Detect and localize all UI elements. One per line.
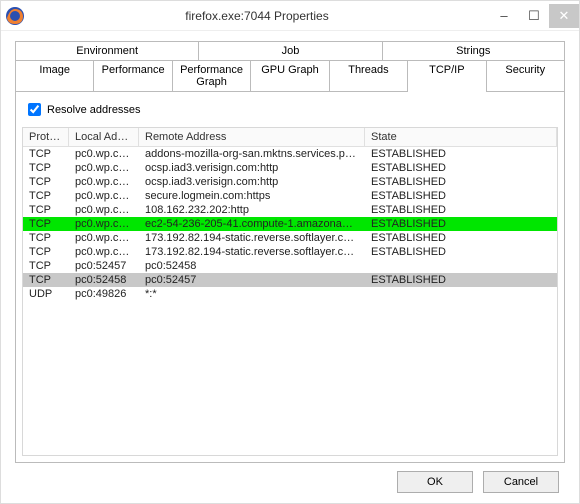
resolve-addresses-checkbox[interactable] bbox=[28, 103, 41, 116]
cell-state: ESTABLISHED bbox=[365, 231, 557, 245]
cell-local: pc0.wp.co... bbox=[69, 161, 139, 175]
grid-body[interactable]: TCPpc0.wp.co...addons-mozilla-org-san.mk… bbox=[23, 147, 557, 455]
cell-protocol: TCP bbox=[23, 273, 69, 287]
table-row[interactable]: TCPpc0.wp.co...ocsp.iad3.verisign.com:ht… bbox=[23, 175, 557, 189]
tab-security[interactable]: Security bbox=[486, 60, 565, 91]
content-area: Environment Job Strings Image Performanc… bbox=[1, 31, 579, 503]
tab-job[interactable]: Job bbox=[198, 41, 381, 60]
tab-image[interactable]: Image bbox=[15, 60, 93, 91]
cell-local: pc0.wp.co... bbox=[69, 189, 139, 203]
cell-protocol: TCP bbox=[23, 231, 69, 245]
cell-local: pc0:52458 bbox=[69, 273, 139, 287]
table-row[interactable]: TCPpc0.wp.co...173.192.82.194-static.rev… bbox=[23, 231, 557, 245]
cell-state: ESTABLISHED bbox=[365, 147, 557, 161]
cell-remote: *:* bbox=[139, 287, 365, 301]
ok-button[interactable]: OK bbox=[397, 471, 473, 493]
tab-tcpip[interactable]: TCP/IP bbox=[407, 60, 485, 91]
cell-protocol: TCP bbox=[23, 217, 69, 231]
cell-protocol: TCP bbox=[23, 245, 69, 259]
dialog-footer: OK Cancel bbox=[15, 463, 565, 493]
tab-gpu-graph[interactable]: GPU Graph bbox=[250, 60, 328, 91]
tcpip-panel: Resolve addresses Proto... Local Add... … bbox=[15, 91, 565, 463]
cell-protocol: TCP bbox=[23, 203, 69, 217]
table-row[interactable]: TCPpc0:52458pc0:52457ESTABLISHED bbox=[23, 273, 557, 287]
tab-performance-graph[interactable]: Performance Graph bbox=[172, 60, 250, 91]
cell-state: ESTABLISHED bbox=[365, 161, 557, 175]
cancel-button[interactable]: Cancel bbox=[483, 471, 559, 493]
titlebar[interactable]: firefox.exe:7044 Properties – ☐ ✕ bbox=[1, 1, 579, 31]
cell-remote: pc0:52457 bbox=[139, 273, 365, 287]
table-row[interactable]: TCPpc0:52457pc0:52458 bbox=[23, 259, 557, 273]
cell-local: pc0:52457 bbox=[69, 259, 139, 273]
cell-remote: 173.192.82.194-static.reverse.softlayer.… bbox=[139, 231, 365, 245]
cell-state: ESTABLISHED bbox=[365, 245, 557, 259]
tab-strings[interactable]: Strings bbox=[382, 41, 565, 60]
resolve-addresses-label[interactable]: Resolve addresses bbox=[24, 100, 558, 119]
cell-state: ESTABLISHED bbox=[365, 175, 557, 189]
tab-threads[interactable]: Threads bbox=[329, 60, 407, 91]
cell-local: pc0.wp.co... bbox=[69, 217, 139, 231]
window-controls: – ☐ ✕ bbox=[489, 4, 579, 28]
cell-local: pc0.wp.co... bbox=[69, 147, 139, 161]
cell-remote: 173.192.82.194-static.reverse.softlayer.… bbox=[139, 245, 365, 259]
column-remote[interactable]: Remote Address bbox=[139, 128, 365, 146]
table-row[interactable]: TCPpc0.wp.co...ec2-54-236-205-41.compute… bbox=[23, 217, 557, 231]
cell-state: ESTABLISHED bbox=[365, 203, 557, 217]
column-local[interactable]: Local Add... bbox=[69, 128, 139, 146]
cell-protocol: TCP bbox=[23, 161, 69, 175]
grid-header: Proto... Local Add... Remote Address Sta… bbox=[23, 128, 557, 147]
table-row[interactable]: TCPpc0.wp.co...108.162.232.202:httpESTAB… bbox=[23, 203, 557, 217]
tab-row-1: Environment Job Strings bbox=[15, 41, 565, 60]
cell-state bbox=[365, 287, 557, 301]
cell-local: pc0.wp.co... bbox=[69, 245, 139, 259]
close-button[interactable]: ✕ bbox=[549, 4, 579, 28]
cell-local: pc0.wp.co... bbox=[69, 175, 139, 189]
minimize-button[interactable]: – bbox=[489, 4, 519, 28]
cell-protocol: TCP bbox=[23, 175, 69, 189]
cell-local: pc0.wp.co... bbox=[69, 231, 139, 245]
cell-local: pc0.wp.co... bbox=[69, 203, 139, 217]
table-row[interactable]: TCPpc0.wp.co...173.192.82.194-static.rev… bbox=[23, 245, 557, 259]
cell-state: ESTABLISHED bbox=[365, 217, 557, 231]
table-row[interactable]: TCPpc0.wp.co...ocsp.iad3.verisign.com:ht… bbox=[23, 161, 557, 175]
firefox-icon bbox=[5, 6, 25, 26]
cell-protocol: TCP bbox=[23, 189, 69, 203]
maximize-button[interactable]: ☐ bbox=[519, 4, 549, 28]
cell-state: ESTABLISHED bbox=[365, 189, 557, 203]
column-state[interactable]: State bbox=[365, 128, 557, 146]
cell-remote: addons-mozilla-org-san.mktns.services.ph… bbox=[139, 147, 365, 161]
connections-grid: Proto... Local Add... Remote Address Sta… bbox=[22, 127, 558, 456]
properties-window: firefox.exe:7044 Properties – ☐ ✕ Enviro… bbox=[0, 0, 580, 504]
window-title: firefox.exe:7044 Properties bbox=[25, 9, 489, 23]
cell-remote: ocsp.iad3.verisign.com:http bbox=[139, 175, 365, 189]
cell-remote: ocsp.iad3.verisign.com:http bbox=[139, 161, 365, 175]
column-protocol[interactable]: Proto... bbox=[23, 128, 69, 146]
cell-protocol: TCP bbox=[23, 259, 69, 273]
cell-remote: ec2-54-236-205-41.compute-1.amazonaws.co… bbox=[139, 217, 365, 231]
cell-local: pc0:49826 bbox=[69, 287, 139, 301]
tab-row-2: Image Performance Performance Graph GPU … bbox=[15, 60, 565, 91]
resolve-addresses-text: Resolve addresses bbox=[47, 104, 141, 116]
cell-protocol: UDP bbox=[23, 287, 69, 301]
cell-remote: pc0:52458 bbox=[139, 259, 365, 273]
cell-state bbox=[365, 259, 557, 273]
table-row[interactable]: TCPpc0.wp.co...addons-mozilla-org-san.mk… bbox=[23, 147, 557, 161]
cell-state: ESTABLISHED bbox=[365, 273, 557, 287]
cell-remote: secure.logmein.com:https bbox=[139, 189, 365, 203]
table-row[interactable]: TCPpc0.wp.co...secure.logmein.com:httpsE… bbox=[23, 189, 557, 203]
cell-remote: 108.162.232.202:http bbox=[139, 203, 365, 217]
table-row[interactable]: UDPpc0:49826*:* bbox=[23, 287, 557, 301]
tab-container: Environment Job Strings Image Performanc… bbox=[15, 41, 565, 463]
tab-environment[interactable]: Environment bbox=[15, 41, 198, 60]
tab-performance[interactable]: Performance bbox=[93, 60, 171, 91]
cell-protocol: TCP bbox=[23, 147, 69, 161]
